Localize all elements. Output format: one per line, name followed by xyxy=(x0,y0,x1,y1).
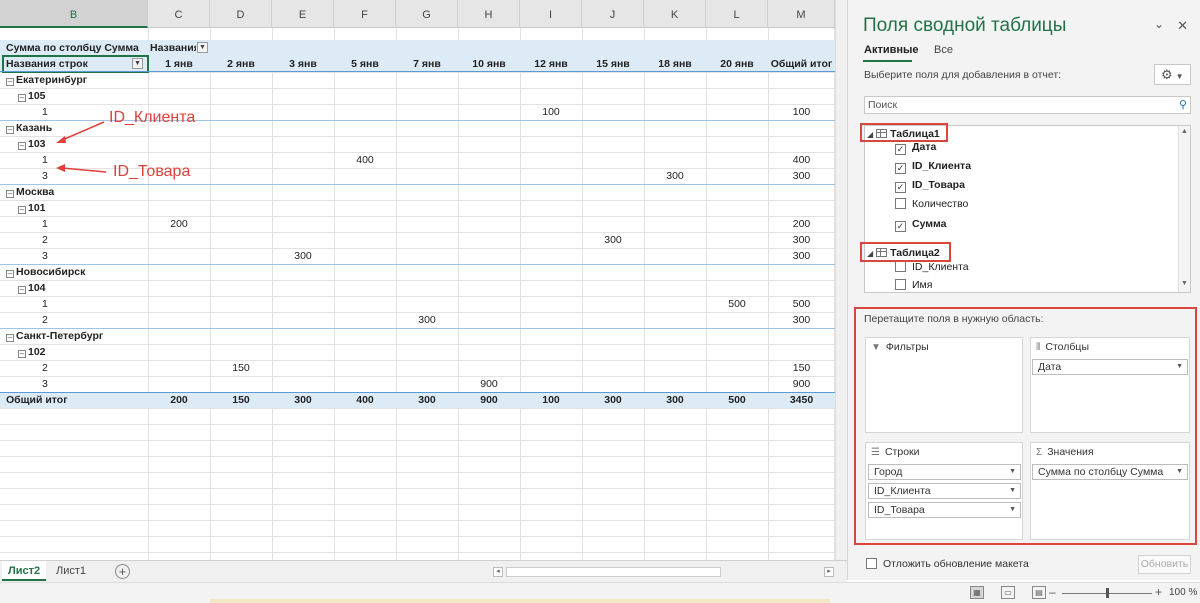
area-label-text: Строки xyxy=(884,446,920,458)
checkbox-checked[interactable]: ✓ xyxy=(895,144,906,155)
rows-icon: ☰ xyxy=(871,447,880,458)
arrowhead-product xyxy=(56,164,65,172)
annotation-arrows xyxy=(56,121,107,173)
checkbox-unchecked[interactable] xyxy=(895,261,906,272)
chip-label: Город xyxy=(874,466,903,478)
field-date[interactable]: ✓ Дата xyxy=(895,141,936,155)
columns-chip-date[interactable]: Дата ▼ xyxy=(1032,359,1188,375)
chip-label: ID_Товара xyxy=(874,504,925,516)
area-label-text: Столбцы xyxy=(1045,341,1089,353)
chevron-down-icon[interactable]: ▼ xyxy=(1176,360,1183,374)
rows-area-label: ☰ Строки xyxy=(871,446,920,458)
scroll-down-arrow-icon[interactable]: ▼ xyxy=(1181,280,1188,287)
defer-update-option[interactable]: Отложить обновление макета xyxy=(866,558,1029,570)
vertical-scrollbar[interactable] xyxy=(835,0,847,560)
checkbox-checked[interactable]: ✓ xyxy=(895,182,906,193)
areas-hint: Перетащите поля в нужную область: xyxy=(864,313,1044,325)
field-label: ID_Клиента xyxy=(912,160,972,172)
checkbox-checked[interactable]: ✓ xyxy=(895,221,906,232)
status-strip xyxy=(210,599,830,603)
sigma-icon: Σ xyxy=(1036,447,1043,458)
filters-area-label: ▼ Фильтры xyxy=(871,341,929,353)
tab-all[interactable]: Все xyxy=(934,44,953,56)
field-sum[interactable]: ✓ Сумма xyxy=(895,218,947,232)
checkbox-unchecked[interactable] xyxy=(895,198,906,209)
settings-button[interactable]: ⚙ ▼ xyxy=(1154,64,1191,85)
active-tab-underline xyxy=(863,60,912,62)
chevron-down-icon: ▼ xyxy=(1175,72,1184,81)
chip-label: Сумма по столбцу Сумма xyxy=(1038,466,1164,478)
sheet-tab-list1[interactable]: Лист1 xyxy=(50,561,92,581)
highlight-table2 xyxy=(860,242,951,262)
chip-label: ID_Клиента xyxy=(874,485,931,497)
scroll-up-arrow-icon[interactable]: ▲ xyxy=(1181,128,1188,135)
scroll-left-arrow-icon[interactable]: ◂ xyxy=(493,567,503,577)
chevron-down-icon[interactable]: ▼ xyxy=(1176,465,1183,479)
update-button[interactable]: Обновить xyxy=(1138,555,1191,574)
chevron-down-icon[interactable]: ▼ xyxy=(1009,503,1016,517)
search-input[interactable]: Поиск ⚲ xyxy=(864,96,1191,114)
arrowhead-client xyxy=(56,136,66,143)
area-label-text: Фильтры xyxy=(885,341,929,353)
rows-chip-product-id[interactable]: ID_Товара ▼ xyxy=(868,502,1021,518)
field-list[interactable]: ◢ Таблица1 ✓ Дата ✓ ID_Клиента ✓ ID_Товара К… xyxy=(864,125,1191,293)
tab-active[interactable]: Активные xyxy=(864,44,919,56)
field-client-id[interactable]: ✓ ID_Клиента xyxy=(895,160,971,174)
fields-hint: Выберите поля для добавления в отчет: xyxy=(864,69,1062,81)
chevron-down-icon[interactable]: ▼ xyxy=(1009,484,1016,498)
arrow-to-client-row xyxy=(59,121,105,142)
checkbox-checked[interactable]: ✓ xyxy=(895,163,906,174)
defer-label: Отложить обновление макета xyxy=(883,558,1029,570)
area-label-text: Значения xyxy=(1047,446,1094,458)
rows-chip-city[interactable]: Город ▼ xyxy=(868,464,1021,480)
add-sheet-button[interactable]: + xyxy=(115,564,130,579)
checkbox-unchecked[interactable] xyxy=(866,558,877,569)
chevron-down-icon[interactable]: ⌄ xyxy=(1154,17,1164,31)
rows-chip-client-id[interactable]: ID_Клиента ▼ xyxy=(868,483,1021,499)
field-label: Сумма xyxy=(912,218,947,230)
status-bar: ▦ ▭ ▤ – + 100 % xyxy=(0,582,1200,603)
field-t2-name[interactable]: Имя xyxy=(895,279,932,291)
field-list-scrollbar[interactable]: ▲ ▼ xyxy=(1178,126,1190,292)
field-label: Количество xyxy=(912,198,969,210)
field-label: ID_Товара xyxy=(912,179,965,191)
close-icon[interactable]: ✕ xyxy=(1177,18,1188,34)
values-chip-sum[interactable]: Сумма по столбцу Сумма ▼ xyxy=(1032,464,1188,480)
scroll-right-arrow-icon[interactable]: ▸ xyxy=(824,567,834,577)
columns-area-label: ⦀ Столбцы xyxy=(1036,341,1089,353)
sheet-tab-list2[interactable]: Лист2 xyxy=(2,561,47,581)
columns-icon: ⦀ xyxy=(1036,342,1041,353)
filter-icon: ▼ xyxy=(871,342,881,353)
zoom-slider-thumb[interactable] xyxy=(1106,588,1109,598)
sheet-tabs-bar: Лист2 Лист1 + ◂ ▸ xyxy=(0,560,847,582)
spreadsheet-area[interactable]: BCDEFGHIJKLM Сумма по столбцу Сумма Назва… xyxy=(0,0,847,560)
field-product-id[interactable]: ✓ ID_Товара xyxy=(895,179,965,193)
field-label: Дата xyxy=(912,141,937,153)
arrow-to-product-row xyxy=(61,167,107,173)
field-label: ID_Клиента xyxy=(912,261,969,273)
checkbox-unchecked[interactable] xyxy=(895,279,906,290)
field-label: Имя xyxy=(912,279,933,291)
normal-view-icon[interactable]: ▦ xyxy=(970,586,984,599)
values-area-label: Σ Значения xyxy=(1036,446,1094,458)
search-icon: ⚲ xyxy=(1178,99,1187,111)
gear-icon: ⚙ xyxy=(1161,67,1173,82)
zoom-level: 100 % xyxy=(1169,587,1198,598)
chip-label: Дата xyxy=(1038,361,1062,373)
zoom-out-icon[interactable]: – xyxy=(1049,585,1056,599)
pivot-fields-pane: Поля сводной таблицы ⌄ ✕ Активные Все Вы… xyxy=(847,0,1200,580)
highlight-table1 xyxy=(860,123,948,142)
field-t2-client-id[interactable]: ID_Клиента xyxy=(895,261,969,273)
field-quantity[interactable]: Количество xyxy=(895,198,968,210)
page-layout-view-icon[interactable]: ▭ xyxy=(1001,586,1015,599)
page-break-view-icon[interactable]: ▤ xyxy=(1032,586,1046,599)
chevron-down-icon[interactable]: ▼ xyxy=(1009,465,1016,479)
search-placeholder: Поиск xyxy=(868,99,898,111)
zoom-in-icon[interactable]: + xyxy=(1155,585,1162,599)
pane-title: Поля сводной таблицы xyxy=(863,15,1067,36)
horizontal-scrollbar[interactable] xyxy=(506,567,721,577)
